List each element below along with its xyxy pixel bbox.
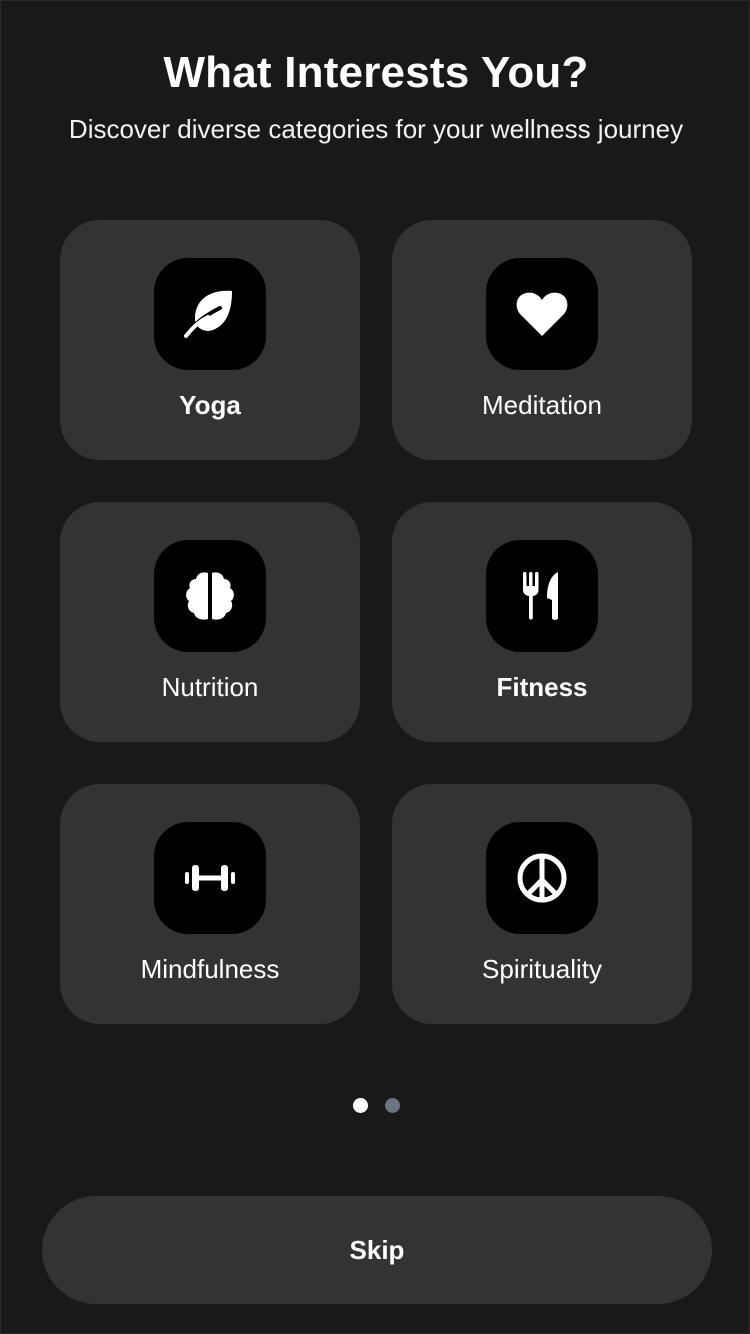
category-card-mindfulness[interactable]: Mindfulness: [60, 784, 360, 1024]
category-label: Nutrition: [161, 672, 259, 702]
category-label: Yoga: [179, 390, 241, 420]
page-indicator: [1, 1098, 750, 1113]
heart-icon: [514, 286, 570, 342]
category-label: Meditation: [482, 390, 602, 420]
skip-button[interactable]: Skip: [42, 1196, 712, 1304]
utensils-icon: [514, 568, 570, 624]
category-card-spirituality[interactable]: Spirituality: [392, 784, 692, 1024]
category-card-yoga[interactable]: Yoga: [60, 220, 360, 460]
category-icon-tile: [154, 540, 266, 652]
page-dot-inactive[interactable]: [384, 1098, 400, 1113]
category-label: Spirituality: [482, 954, 602, 984]
dumbbell-icon: [182, 850, 238, 906]
category-icon-tile: [486, 258, 598, 370]
category-icon-tile: [154, 258, 266, 370]
peace-icon: [514, 850, 570, 906]
page-subtitle: Discover diverse categories for your wel…: [68, 114, 684, 144]
category-label: Fitness: [496, 672, 588, 702]
skip-button-label: Skip: [349, 1234, 405, 1265]
category-label: Mindfulness: [140, 954, 280, 984]
onboarding-screen: What Interests You? Discover diverse cat…: [0, 0, 750, 1334]
category-card-nutrition[interactable]: Nutrition: [60, 502, 360, 742]
page-dot-active[interactable]: [352, 1098, 368, 1113]
brain-icon: [182, 568, 238, 624]
category-card-fitness[interactable]: Fitness: [392, 502, 692, 742]
category-icon-tile: [154, 822, 266, 934]
leaf-icon: [182, 286, 238, 342]
category-card-meditation[interactable]: Meditation: [392, 220, 692, 460]
category-icon-tile: [486, 822, 598, 934]
page-title: What Interests You?: [163, 48, 589, 97]
category-icon-tile: [486, 540, 598, 652]
category-grid: Yoga Meditation Nutrition Fitness Mindfu…: [60, 220, 692, 1024]
